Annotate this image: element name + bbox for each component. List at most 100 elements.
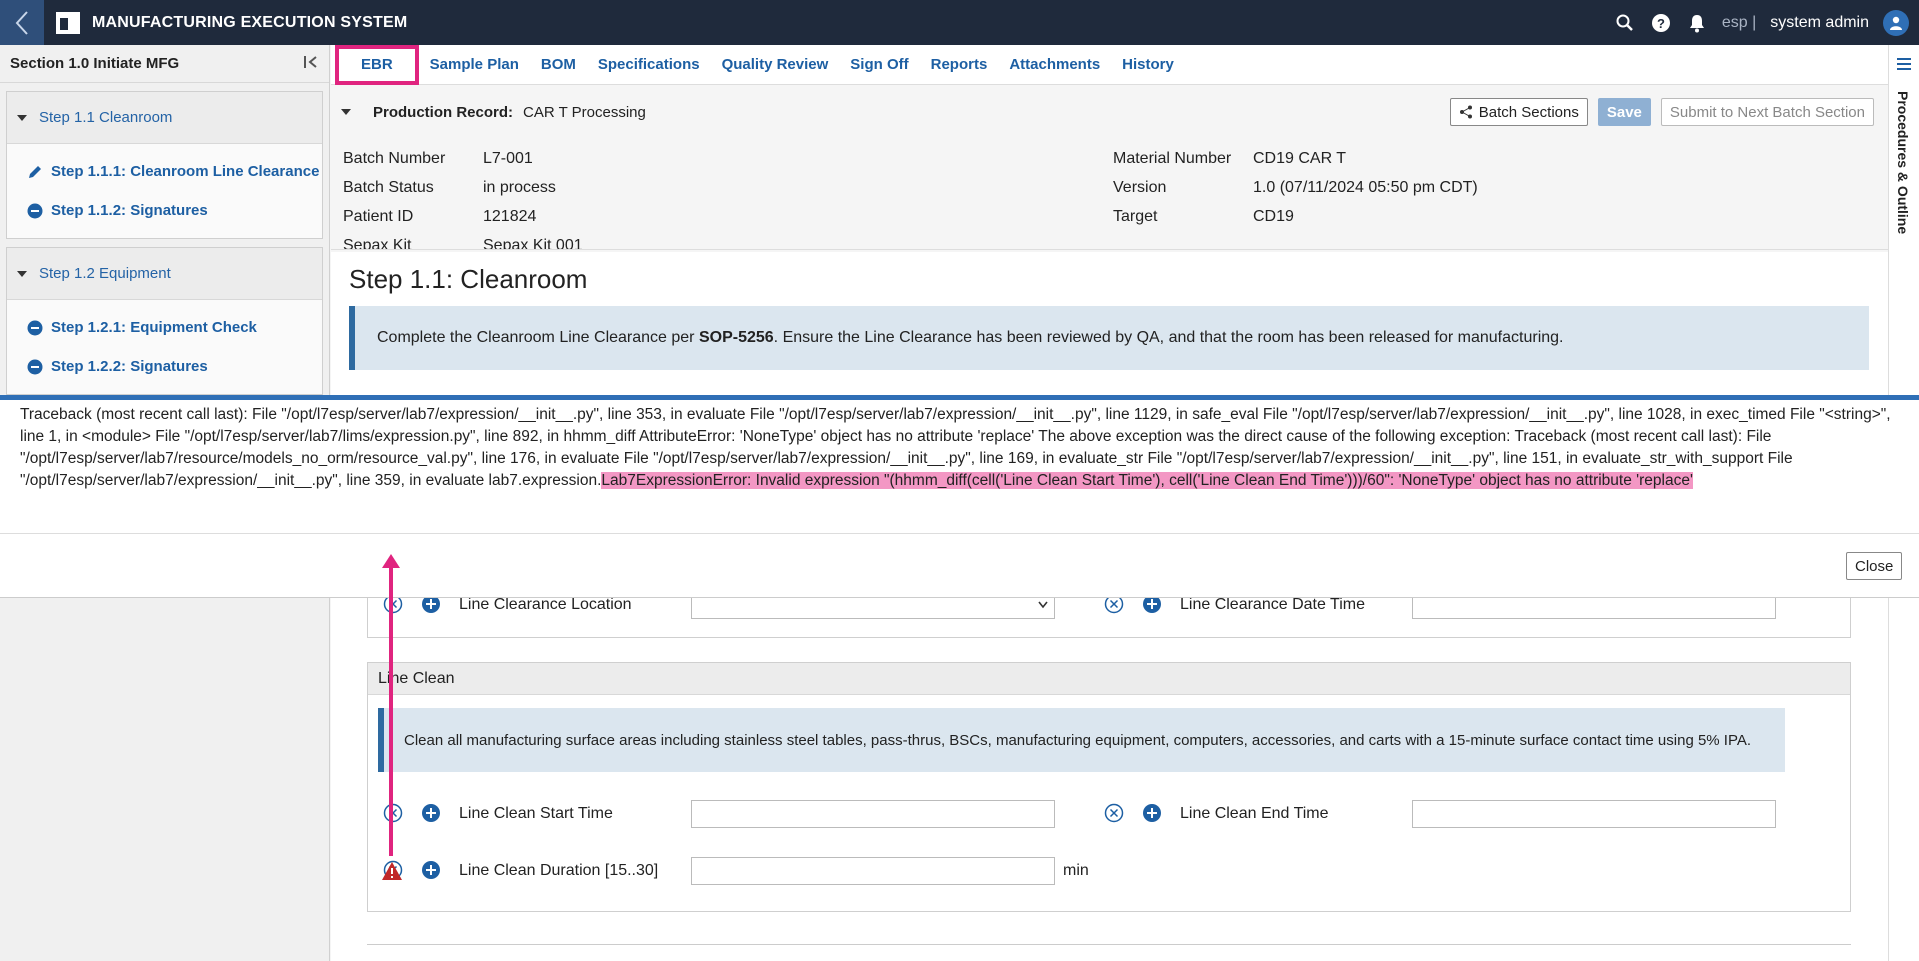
sidebar-header: Section 1.0 Initiate MFG (0, 45, 329, 83)
divider (367, 944, 1851, 945)
list-icon[interactable] (1897, 57, 1911, 75)
add-icon[interactable] (1142, 803, 1164, 825)
tab-sign-off[interactable]: Sign Off (839, 45, 919, 85)
field-label: Line Clearance Date Time (1180, 596, 1365, 613)
info-key: Batch Number (343, 150, 446, 167)
line-clean-start-input[interactable] (691, 800, 1055, 828)
add-icon[interactable] (421, 860, 443, 882)
sidebar-item-equipment-check[interactable]: Step 1.2.1: Equipment Check (7, 308, 322, 347)
info-key: Batch Status (343, 179, 434, 196)
sidebar-item-signatures[interactable]: Step 1.1.2: Signatures (7, 191, 322, 230)
info-key: Target (1113, 208, 1158, 225)
bell-icon[interactable] (1686, 12, 1708, 34)
sidebar-item-label: Step 1.1.2: Signatures (51, 202, 208, 219)
help-icon[interactable]: ? (1650, 12, 1672, 34)
step-instructions: Complete the Cleanroom Line Clearance pe… (349, 306, 1869, 370)
info-row: Patient ID 121824 (343, 208, 583, 237)
production-record-value: CAR T Processing (523, 103, 646, 121)
caret-down-icon[interactable] (341, 109, 351, 115)
chevron-left-icon (15, 10, 28, 35)
add-icon[interactable] (421, 803, 443, 825)
tab-history[interactable]: History (1111, 45, 1185, 85)
duration-unit: min (1063, 862, 1089, 879)
back-button[interactable] (0, 0, 44, 45)
step-panel: Step 1.1: Cleanroom Complete the Cleanro… (331, 252, 1888, 961)
field-label: Line Clean End Time (1180, 805, 1329, 822)
line-clean-start-row: Line Clean Start Time (383, 800, 1055, 828)
tab-specifications[interactable]: Specifications (587, 45, 711, 85)
search-icon[interactable] (1614, 12, 1636, 34)
line-clean-header: Line Clean (368, 663, 1850, 695)
production-record-label: Production Record: (373, 103, 514, 121)
user-name[interactable]: system admin (1770, 14, 1869, 32)
error-traceback: Traceback (most recent call last): File … (20, 404, 1900, 492)
callout-text: Complete the Cleanroom Line Clearance pe… (377, 329, 1563, 347)
info-key: Sepax Kit (343, 237, 412, 250)
sidebar-group-header[interactable]: Step 1.1 Cleanroom (7, 92, 322, 144)
tab-bom[interactable]: BOM (530, 45, 587, 85)
share-icon (1459, 105, 1472, 119)
batch-info-right: Material Number CD19 CAR T Version 1.0 (07… (1113, 150, 1478, 237)
info-row: Target CD19 (1113, 208, 1478, 237)
submit-next-section-button[interactable]: Submit to Next Batch Section (1660, 98, 1874, 126)
tab-sample-plan[interactable]: Sample Plan (419, 45, 530, 85)
line-clean-end-row: Line Clean End Time (1104, 800, 1776, 828)
line-clean-duration-row: Line Clean Duration [15..30] min (383, 857, 1089, 885)
sop-reference: SOP-5256 (698, 329, 774, 346)
warning-icon (381, 861, 403, 886)
batch-sections-button[interactable]: Batch Sections (1449, 98, 1588, 126)
tab-quality-review[interactable]: Quality Review (711, 45, 840, 85)
tab-reports[interactable]: Reports (920, 45, 999, 85)
info-key: Patient ID (343, 208, 414, 225)
factory-logo-icon (56, 11, 80, 34)
sidebar-group-header[interactable]: Step 1.2 Equipment (7, 248, 322, 300)
chevron-down-icon (1038, 601, 1048, 609)
line-clean-end-input[interactable] (1412, 800, 1776, 828)
section-title: Section 1.0 Initiate MFG (10, 55, 180, 72)
field-label: Line Clearance Location (459, 596, 632, 613)
tab-attachments[interactable]: Attachments (998, 45, 1111, 85)
info-row: Material Number CD19 CAR T (1113, 150, 1478, 179)
clear-icon[interactable] (1104, 803, 1126, 825)
info-row: Batch Status in process (343, 179, 583, 208)
callout-post: . Ensure the Line Clearance has been rev… (773, 329, 1564, 346)
sidebar-item-equipment-signatures[interactable]: Step 1.2.2: Signatures (7, 347, 322, 386)
info-row: Sepax Kit Sepax Kit 001 (343, 237, 583, 250)
sidebar-item-label: Step 1.2.1: Equipment Check (51, 319, 257, 336)
pencil-icon (27, 164, 43, 180)
production-record-header: Production Record: CAR T Processing Batc… (331, 86, 1888, 138)
info-key: Version (1113, 179, 1167, 196)
close-button[interactable]: Close (1846, 552, 1903, 580)
tab-bar: EBR Sample Plan BOM Specifications Quali… (331, 44, 1888, 85)
group-label: Step 1.1 Cleanroom (39, 109, 173, 126)
step-title: Step 1.1: Cleanroom (349, 264, 588, 294)
sidebar-group-equipment: Step 1.2 Equipment Step 1.2.1: Equipment… (6, 247, 323, 395)
field-label: Line Clean Duration [15..30] (459, 862, 659, 879)
highlighted-error: Lab7ExpressionError: Invalid expression … (601, 472, 1693, 489)
sidebar-item-label: Step 1.1.1: Cleanroom Line Clearance (51, 163, 320, 180)
tab-ebr[interactable]: EBR (335, 44, 419, 85)
user-avatar-icon[interactable] (1883, 9, 1909, 36)
info-key: Material Number (1113, 150, 1232, 167)
line-clean-duration-input[interactable] (691, 857, 1055, 885)
sidebar-item-line-clearance[interactable]: Step 1.1.1: Cleanroom Line Clearance (7, 152, 322, 191)
error-modal: Traceback (most recent call last): File … (0, 400, 1919, 598)
batch-info-left: Batch Number L7-001 Batch Status in proces… (343, 150, 583, 250)
minus-circle-icon (27, 320, 43, 336)
procedures-outline-label[interactable]: Procedures & Outline (1895, 91, 1911, 234)
annotation-arrow-head (382, 554, 400, 568)
minus-circle-icon (27, 203, 43, 219)
sidebar-item-label: Step 1.2.2: Signatures (51, 358, 208, 375)
info-value: in process (483, 179, 556, 196)
info-row: Batch Number L7-001 (343, 150, 583, 179)
info-value: CD19 (1253, 208, 1294, 225)
caret-down-icon (17, 270, 27, 277)
collapse-sidebar-icon[interactable] (303, 55, 319, 73)
sidebar-group-cleanroom: Step 1.1 Cleanroom Step 1.1.1: Cleanroom… (6, 91, 323, 239)
minus-circle-icon (27, 359, 43, 375)
top-bar: MANUFACTURING EXECUTION SYSTEM ? esp | s… (0, 0, 1919, 45)
batch-info-panel: Batch Number L7-001 Batch Status in proces… (331, 140, 1888, 250)
save-button[interactable]: Save (1597, 98, 1651, 126)
clear-icon[interactable] (383, 803, 405, 825)
language-selector[interactable]: esp | (1722, 14, 1756, 32)
